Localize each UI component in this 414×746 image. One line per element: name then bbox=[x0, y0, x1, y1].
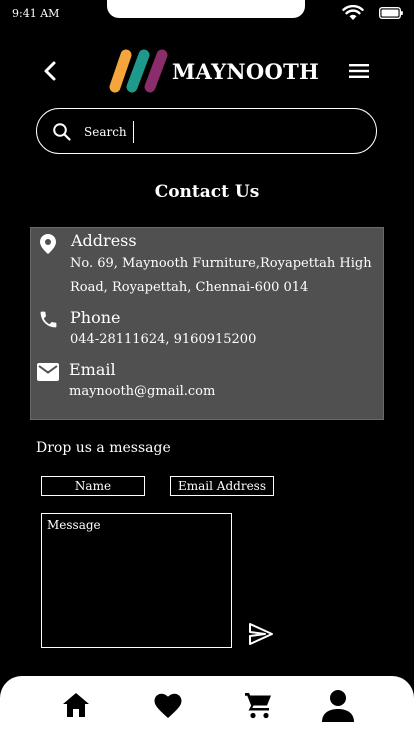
address-line-1: No. 69, Maynooth Furniture,Royapettah Hi… bbox=[70, 256, 372, 271]
logo-icon bbox=[109, 49, 168, 93]
cart-icon[interactable] bbox=[244, 690, 274, 720]
search-input[interactable] bbox=[84, 119, 354, 145]
search-icon bbox=[53, 123, 71, 141]
menu-icon[interactable] bbox=[348, 63, 370, 79]
brand-name: MAYNOOTH bbox=[172, 59, 320, 84]
form-heading: Drop us a message bbox=[36, 440, 171, 456]
home-icon[interactable] bbox=[61, 690, 91, 720]
email-field[interactable] bbox=[170, 476, 274, 496]
address-label: Address bbox=[71, 231, 137, 250]
message-field[interactable] bbox=[41, 513, 232, 648]
device-notch bbox=[107, 0, 305, 18]
email-value[interactable]: maynooth@gmail.com bbox=[69, 380, 215, 404]
send-icon[interactable] bbox=[248, 622, 274, 646]
email-label: Email bbox=[69, 360, 116, 379]
page-title: Contact Us bbox=[154, 182, 260, 202]
phone-label: Phone bbox=[70, 308, 121, 327]
back-icon[interactable] bbox=[40, 60, 60, 82]
profile-icon[interactable] bbox=[320, 688, 356, 724]
location-pin-icon bbox=[40, 234, 56, 254]
name-field[interactable] bbox=[41, 476, 145, 496]
wifi-icon bbox=[342, 5, 364, 20]
phone-icon bbox=[40, 311, 57, 328]
battery-icon bbox=[379, 7, 403, 19]
heart-icon[interactable] bbox=[153, 691, 183, 721]
mail-icon bbox=[37, 363, 59, 381]
address-line-2: Road, Royapettah, Chennai-600 014 bbox=[70, 280, 309, 295]
text-caret bbox=[133, 121, 134, 143]
phone-value[interactable]: 044-28111624, 9160915200 bbox=[70, 328, 256, 352]
status-time: 9:41 AM bbox=[12, 7, 60, 20]
